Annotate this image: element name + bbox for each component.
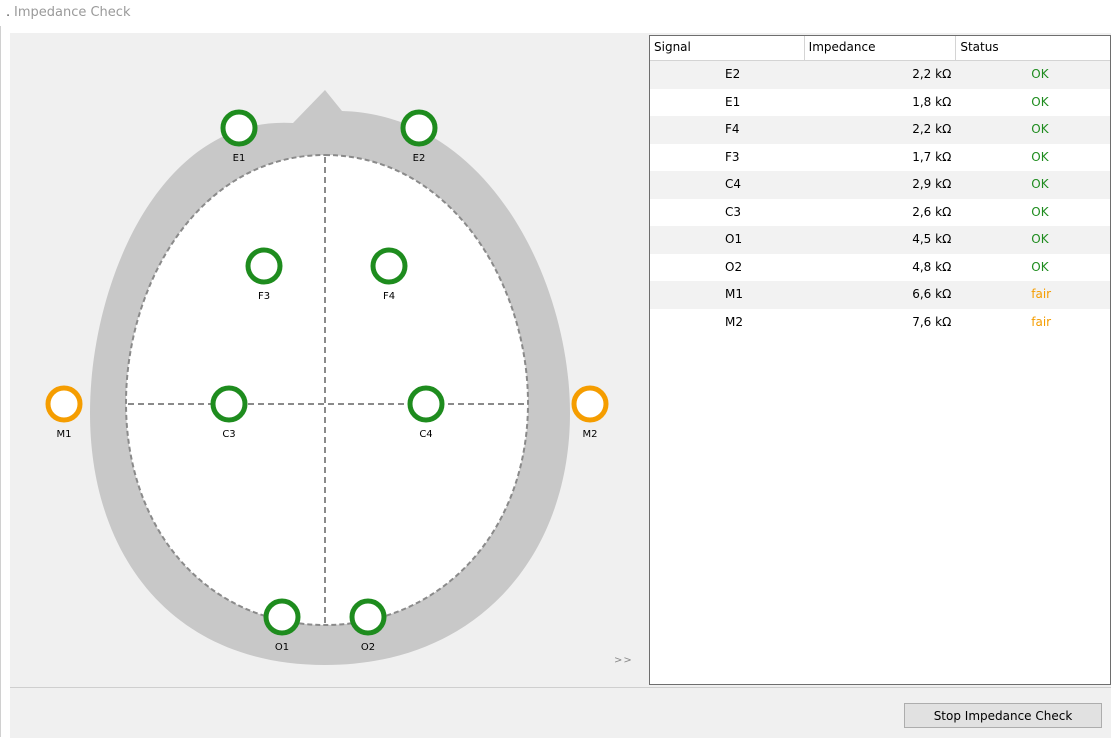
status-cell: OK (1031, 259, 1049, 274)
stop-impedance-check-button[interactable]: Stop Impedance Check (904, 703, 1102, 728)
head-diagram: E1 E2 F3 F4 M1 C3 C4 M2 O1 O2 (45, 90, 609, 665)
electrode-head-map: E1 E2 F3 F4 M1 C3 C4 M2 O1 O2 >> (10, 33, 648, 685)
table-row[interactable]: C3 2,6 kΩ OK (650, 198, 1110, 226)
impedance-cell: 4,8 kΩ (912, 259, 952, 274)
table-row[interactable]: M2 7,6 kΩ fair (650, 308, 1110, 336)
signal-cell: C3 (725, 204, 742, 219)
window-title: Impedance Check (14, 5, 131, 20)
main-panel: E1 E2 F3 F4 M1 C3 C4 M2 O1 O2 >> Signal Impedance… (10, 33, 1111, 738)
status-cell: OK (1031, 67, 1049, 81)
signal-cell: M2 (725, 314, 743, 329)
signal-cell: F3 (725, 149, 740, 164)
column-header-signal[interactable]: Signal (650, 36, 805, 60)
window-title-bar: . Impedance Check (0, 0, 1111, 26)
status-cell: OK (1031, 177, 1049, 191)
electrode-ring[interactable] (263, 598, 301, 636)
electrode-label: O2 (361, 642, 375, 653)
signal-cell: E1 (725, 94, 741, 109)
electrode-ring[interactable] (210, 385, 248, 423)
impedance-cell: 6,6 kΩ (912, 287, 952, 301)
table-row[interactable]: E2 2,2 kΩ OK (650, 61, 1110, 89)
electrode-label: M2 (583, 429, 598, 440)
expand-toggle[interactable]: >> (614, 655, 633, 666)
signal-cell: C4 (725, 177, 742, 191)
electrode-ring[interactable] (349, 598, 387, 636)
electrode-ring[interactable] (571, 385, 609, 423)
signal-cell: O2 (725, 259, 743, 274)
table-row[interactable]: O2 4,8 kΩ OK (650, 253, 1110, 281)
window-menu-dot: . (6, 5, 11, 20)
table-row[interactable]: E1 1,8 kΩ OK (650, 88, 1110, 116)
electrode-label: F4 (383, 291, 395, 302)
status-cell: OK (1031, 94, 1049, 109)
table-row[interactable]: F4 2,2 kΩ OK (650, 116, 1110, 144)
status-cell: fair (1031, 314, 1052, 329)
table-body: E2 2,2 kΩ OK E1 1,8 kΩ OK F4 2,2 kΩ OK F… (650, 61, 1110, 336)
impedance-cell: 2,2 kΩ (912, 122, 952, 136)
electrode-label: E2 (413, 153, 426, 164)
table-row[interactable]: C4 2,9 kΩ OK (650, 171, 1110, 199)
electrode-label: F3 (258, 291, 270, 302)
column-header-status[interactable]: Status (956, 36, 1110, 60)
electrode-m1[interactable]: M1 (45, 385, 83, 440)
impedance-cell: 2,2 kΩ (912, 67, 952, 81)
status-cell: OK (1031, 122, 1049, 136)
signal-cell: F4 (725, 122, 740, 136)
status-cell: fair (1031, 287, 1052, 301)
impedance-cell: 2,9 kΩ (912, 177, 952, 191)
table-header: Signal Impedance Status (650, 36, 1110, 61)
left-border (0, 26, 1, 737)
impedance-table: Signal Impedance Status E2 2,2 kΩ OK E1 … (649, 35, 1111, 685)
table-row[interactable]: O1 4,5 kΩ OK (650, 226, 1110, 254)
signal-cell: E2 (725, 67, 741, 81)
status-cell: OK (1031, 149, 1049, 164)
electrode-m2[interactable]: M2 (571, 385, 609, 440)
table-row[interactable]: F3 1,7 kΩ OK (650, 143, 1110, 171)
electrode-ring[interactable] (220, 109, 258, 147)
footer-bar: Stop Impedance Check (10, 687, 1111, 738)
column-header-impedance[interactable]: Impedance (805, 36, 957, 60)
electrode-label: C4 (419, 429, 432, 440)
electrode-label: C3 (222, 429, 235, 440)
signal-cell: M1 (725, 287, 743, 301)
electrode-ring[interactable] (45, 385, 83, 423)
signal-cell: O1 (725, 232, 743, 246)
electrode-label: M1 (57, 429, 72, 440)
electrode-ring[interactable] (400, 109, 438, 147)
electrode-ring[interactable] (407, 385, 445, 423)
impedance-cell: 7,6 kΩ (912, 314, 952, 329)
table-row[interactable]: M1 6,6 kΩ fair (650, 281, 1110, 309)
impedance-cell: 2,6 kΩ (912, 204, 952, 219)
impedance-cell: 1,7 kΩ (912, 149, 952, 164)
electrode-label: E1 (233, 153, 246, 164)
scalp-area (124, 153, 530, 627)
electrode-ring[interactable] (245, 247, 283, 285)
status-cell: OK (1031, 232, 1049, 246)
status-cell: OK (1031, 204, 1049, 219)
electrode-ring[interactable] (370, 247, 408, 285)
impedance-cell: 4,5 kΩ (912, 232, 952, 246)
electrode-label: O1 (275, 642, 289, 653)
impedance-cell: 1,8 kΩ (912, 94, 952, 109)
